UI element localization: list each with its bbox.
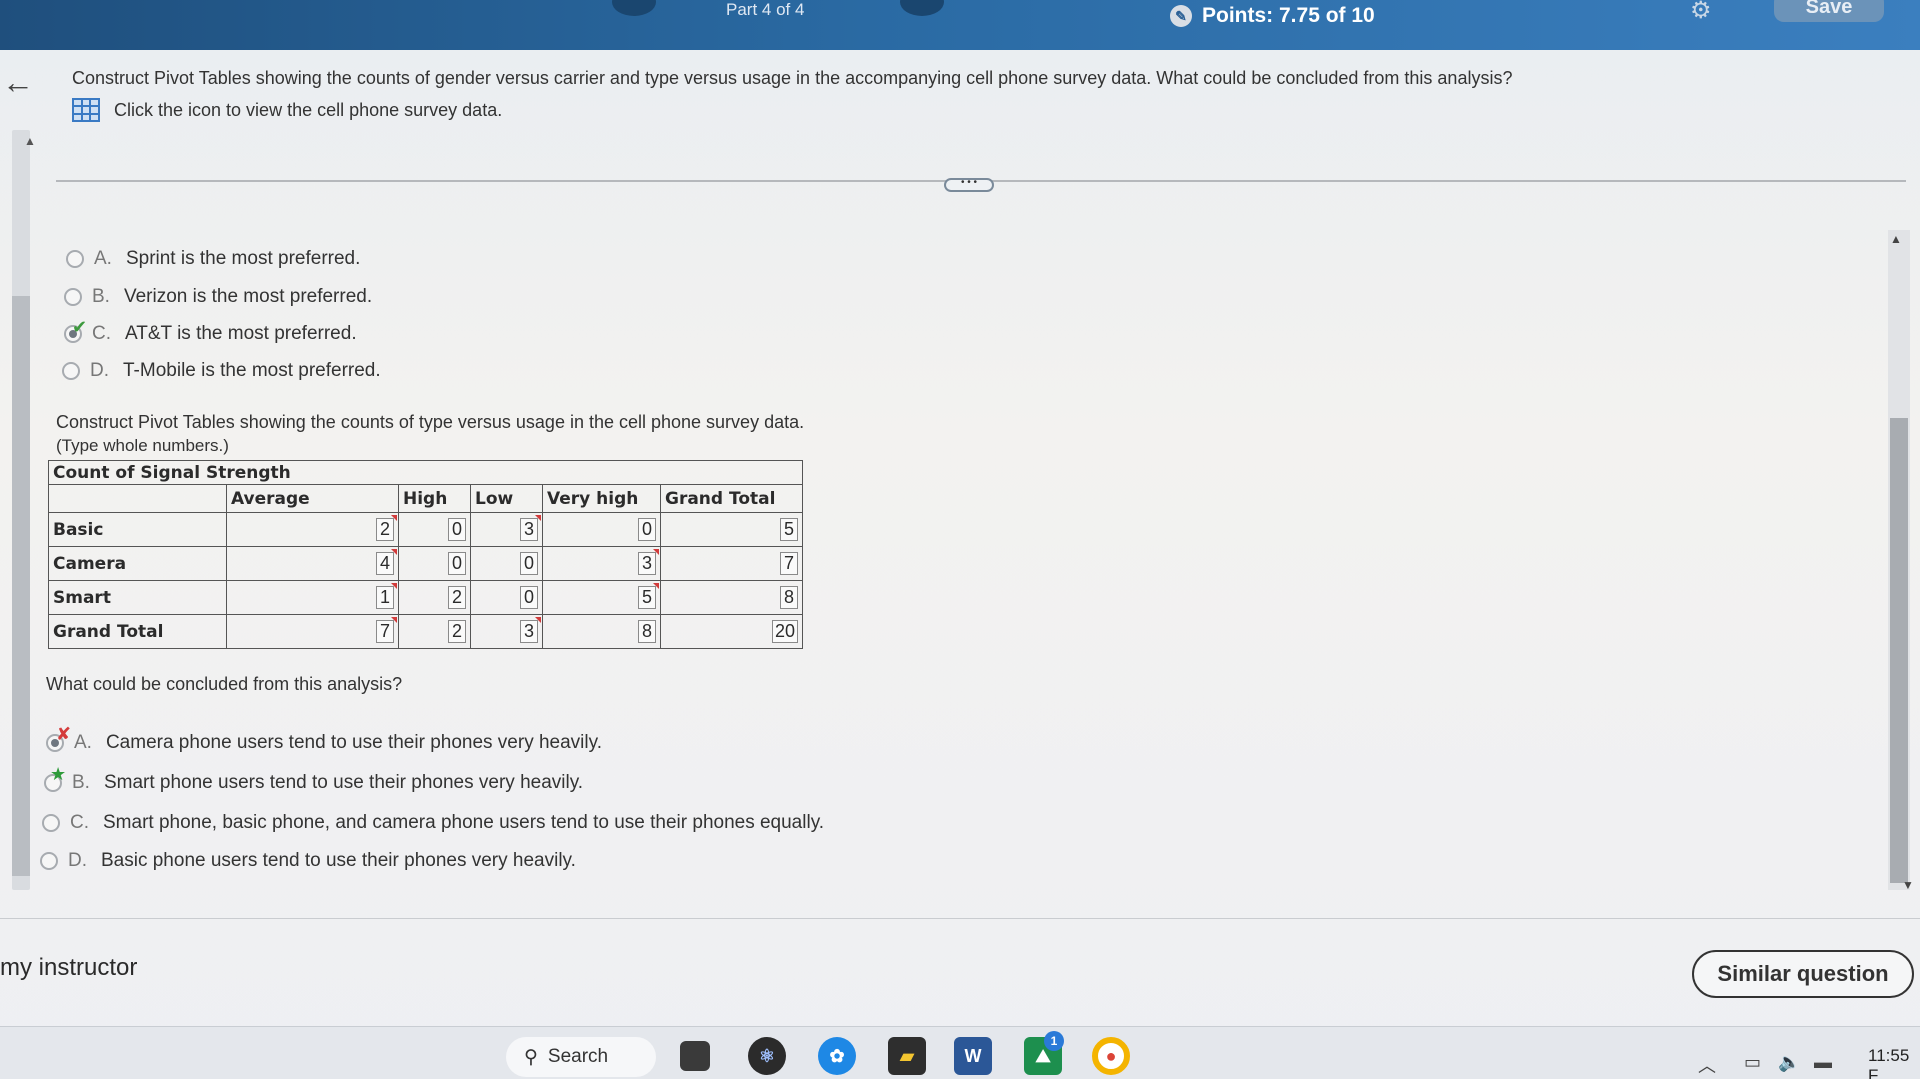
radio-button[interactable]: [62, 362, 80, 380]
expand-more-button[interactable]: • • •: [944, 178, 994, 192]
radio-button[interactable]: [40, 852, 58, 870]
chevron-up-icon[interactable]: ︿: [1698, 1052, 1716, 1078]
part1-option-b[interactable]: B. Verizon is the most preferred.: [64, 286, 372, 308]
back-arrow-icon[interactable]: ←: [2, 64, 34, 101]
settings-gear-icon[interactable]: ⚙: [1690, 0, 1712, 25]
radio-button[interactable]: [42, 814, 60, 832]
points-icon: ✎: [1170, 5, 1192, 27]
answer-input[interactable]: 2: [448, 586, 466, 609]
taskbar: ⚲ Search ⚛ ✿ ▰ W ⛰ 1 ●: [0, 1026, 1920, 1079]
answer-input[interactable]: 20: [771, 620, 798, 643]
answer-input[interactable]: 7: [376, 617, 397, 643]
chrome-icon[interactable]: ●: [1092, 1037, 1130, 1075]
notification-badge: 1: [1044, 1031, 1064, 1051]
answer-input[interactable]: 3: [638, 549, 659, 575]
table-row: Smart 1 2 0 5 8: [48, 580, 803, 615]
part1-option-d[interactable]: D. T-Mobile is the most preferred.: [62, 360, 381, 382]
part1-option-c[interactable]: ✔ C. AT&T is the most preferred.: [64, 317, 357, 345]
app-icon[interactable]: ✿: [818, 1037, 856, 1075]
volume-icon[interactable]: 🔈: [1778, 1052, 1800, 1073]
conclusion-option-c[interactable]: C. Smart phone, basic phone, and camera …: [42, 812, 824, 834]
part-indicator: Part 4 of 4: [726, 0, 805, 19]
question-text: Construct Pivot Tables showing the count…: [72, 68, 1513, 88]
correct-answer-star-icon: ★: [50, 764, 67, 784]
nav-prev-button[interactable]: [612, 0, 656, 16]
correct-check-icon: ✔: [72, 317, 88, 337]
column-header: Low: [470, 484, 543, 513]
answer-input[interactable]: 7: [780, 552, 798, 575]
save-button[interactable]: Save: [1774, 0, 1884, 22]
search-icon: ⚲: [524, 1046, 538, 1068]
table-row: Basic 2 0 3 0 5: [48, 512, 803, 547]
survey-data-link[interactable]: Click the icon to view the cell phone su…: [72, 98, 502, 122]
points-text: Points: 7.75 of 10: [1202, 4, 1375, 27]
windows-start-icon[interactable]: [446, 1037, 484, 1075]
table-row: Camera 4 0 0 3 7: [48, 546, 803, 581]
app-icon[interactable]: ▰: [888, 1037, 926, 1075]
task-view-icon[interactable]: [680, 1041, 710, 1071]
right-scrollbar-thumb[interactable]: [1890, 418, 1908, 883]
column-header: Grand Total: [660, 484, 803, 513]
row-label: Basic: [48, 512, 227, 547]
top-bar: Part 4 of 4 ✎ Points: 7.75 of 10 ⚙ Save: [0, 0, 1920, 50]
survey-data-link-label[interactable]: Click the icon to view the cell phone su…: [114, 100, 502, 121]
row-label: Camera: [48, 546, 227, 581]
part1-option-a[interactable]: A. Sprint is the most preferred.: [66, 248, 360, 270]
app-icon[interactable]: ⚛: [748, 1037, 786, 1075]
answer-input[interactable]: 3: [520, 515, 541, 541]
answer-input[interactable]: 0: [520, 586, 538, 609]
display-icon[interactable]: ▭: [1744, 1052, 1761, 1073]
answer-input[interactable]: 8: [638, 620, 656, 643]
answer-input[interactable]: 4: [376, 549, 397, 575]
column-header: High: [398, 484, 471, 513]
conclusion-option-b[interactable]: ★ B. Smart phone users tend to use their…: [44, 764, 583, 794]
left-scrollbar[interactable]: [12, 130, 30, 890]
right-scroll-up-icon[interactable]: ▲: [1890, 232, 1902, 246]
pivot-table: Count of Signal Strength Average High Lo…: [48, 460, 803, 649]
answer-input[interactable]: 5: [780, 518, 798, 541]
answer-input[interactable]: 1: [376, 583, 397, 609]
conclusion-option-d[interactable]: D. Basic phone users tend to use their p…: [40, 850, 576, 872]
taskbar-search[interactable]: ⚲ Search: [506, 1037, 656, 1077]
table-row: Grand Total 7 2 3 8 20: [48, 614, 803, 649]
points-display: ✎ Points: 7.75 of 10: [1170, 4, 1375, 28]
nav-next-button[interactable]: [900, 0, 944, 16]
right-scroll-down-icon[interactable]: ▼: [1902, 878, 1914, 892]
conclusion-option-a[interactable]: ✘ A. Camera phone users tend to use thei…: [46, 724, 602, 754]
answer-input[interactable]: 0: [448, 518, 466, 541]
similar-question-button[interactable]: Similar question: [1692, 950, 1914, 998]
row-label: Smart: [48, 580, 227, 615]
column-header: Average: [226, 484, 399, 513]
right-scrollbar[interactable]: [1888, 230, 1910, 890]
answer-input[interactable]: 0: [448, 552, 466, 575]
answer-input[interactable]: 2: [448, 620, 466, 643]
conclusion-prompt: What could be concluded from this analys…: [46, 674, 403, 694]
ask-instructor-link[interactable]: my instructor: [0, 954, 137, 982]
battery-icon[interactable]: ▬: [1814, 1052, 1832, 1073]
pivot-hint: (Type whole numbers.): [56, 436, 229, 455]
column-header: Very high: [542, 484, 661, 513]
answer-input[interactable]: 0: [520, 552, 538, 575]
answer-input[interactable]: 0: [638, 518, 656, 541]
word-icon[interactable]: W: [954, 1037, 992, 1075]
answer-input[interactable]: 5: [638, 583, 659, 609]
data-table-icon[interactable]: [72, 98, 100, 122]
left-scrollbar-thumb[interactable]: [12, 296, 30, 876]
answer-input[interactable]: 8: [780, 586, 798, 609]
taskbar-search-label: Search: [547, 1046, 609, 1067]
radio-button[interactable]: [66, 250, 84, 268]
column-header: [48, 484, 227, 513]
answer-input[interactable]: 2: [376, 515, 397, 541]
pivot-title: Count of Signal Strength: [48, 460, 803, 485]
left-scroll-up-icon[interactable]: ▲: [24, 134, 36, 148]
answer-input[interactable]: 3: [520, 617, 541, 643]
footer-divider: [0, 918, 1920, 919]
row-label: Grand Total: [48, 614, 227, 649]
radio-button[interactable]: [64, 288, 82, 306]
incorrect-x-icon: ✘: [56, 724, 72, 744]
clock[interactable]: 11:55 F: [1868, 1046, 1920, 1079]
pivot-instruction: Construct Pivot Tables showing the count…: [56, 412, 805, 432]
